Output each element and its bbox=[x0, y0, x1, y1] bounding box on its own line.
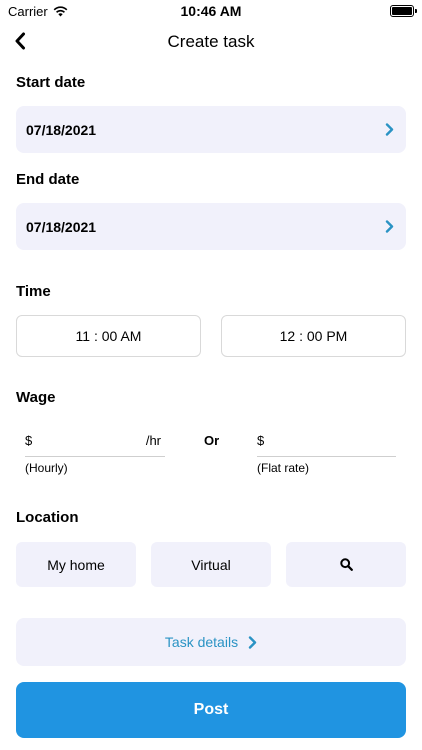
location-search-button[interactable] bbox=[286, 542, 406, 587]
chevron-right-icon bbox=[248, 635, 257, 649]
status-time: 10:46 AM bbox=[180, 3, 242, 19]
hourly-unit: /hr bbox=[145, 433, 161, 448]
page-title: Create task bbox=[167, 32, 255, 51]
hourly-caption: (Hourly) bbox=[25, 461, 68, 475]
location-virtual-label: Virtual bbox=[191, 556, 231, 573]
end-date-picker[interactable]: 07/18/2021 bbox=[16, 203, 406, 250]
start-date-picker[interactable]: 07/18/2021 bbox=[16, 106, 406, 153]
start-time-picker[interactable]: 11 : 00 AM bbox=[16, 315, 201, 357]
end-date-label: End date bbox=[16, 171, 80, 188]
start-date-value: 07/18/2021 bbox=[26, 121, 97, 138]
flat-rate-caption: (Flat rate) bbox=[257, 461, 310, 475]
status-bar: Carrier 10:46 AM bbox=[0, 0, 422, 24]
start-date-label: Start date bbox=[16, 74, 86, 91]
chevron-right-icon bbox=[385, 123, 394, 136]
chevron-right-icon bbox=[385, 220, 394, 233]
end-time-value: 12 : 00 PM bbox=[279, 328, 348, 344]
flat-rate-input[interactable]: $ bbox=[257, 428, 396, 457]
location-my-home-button[interactable]: My home bbox=[16, 542, 136, 587]
hourly-wage-input[interactable]: $ /hr bbox=[25, 428, 165, 457]
hourly-currency: $ bbox=[25, 433, 33, 448]
time-label: Time bbox=[16, 283, 51, 300]
post-button-label: Post bbox=[193, 701, 229, 718]
flat-currency: $ bbox=[257, 433, 265, 448]
location-my-home-label: My home bbox=[47, 556, 105, 573]
start-time-value: 11 : 00 AM bbox=[75, 328, 142, 344]
task-details-label: Task details bbox=[164, 634, 239, 650]
search-icon bbox=[339, 558, 353, 571]
wage-label: Wage bbox=[16, 389, 56, 406]
task-details-button[interactable]: Task details bbox=[16, 618, 406, 666]
or-label: Or bbox=[204, 433, 220, 448]
location-virtual-button[interactable]: Virtual bbox=[151, 542, 271, 587]
end-date-value: 07/18/2021 bbox=[26, 218, 97, 235]
location-label: Location bbox=[16, 509, 79, 526]
battery-icon bbox=[390, 5, 417, 17]
end-time-picker[interactable]: 12 : 00 PM bbox=[221, 315, 406, 357]
nav-bar: Create task bbox=[0, 26, 422, 58]
post-button[interactable]: Post bbox=[16, 682, 406, 738]
